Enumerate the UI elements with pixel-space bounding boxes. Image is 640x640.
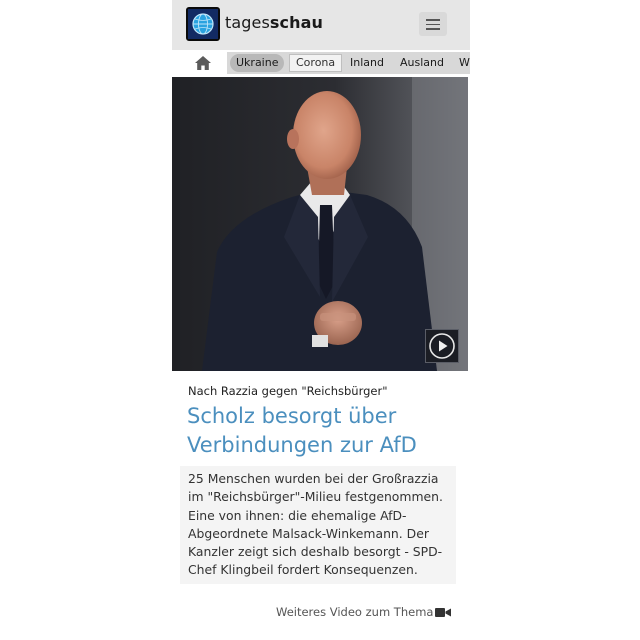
tab-inland[interactable]: Inland xyxy=(344,54,390,72)
article-teaser-text: 25 Menschen wurden bei der Großrazzia im… xyxy=(188,471,443,578)
article-hero-image[interactable] xyxy=(172,77,468,371)
play-icon[interactable] xyxy=(425,329,459,363)
hamburger-menu-icon[interactable] xyxy=(419,12,447,36)
home-icon[interactable] xyxy=(194,55,212,71)
more-video-link[interactable]: Weiteres Video zum Thema xyxy=(276,605,433,619)
tab-corona[interactable]: Corona xyxy=(289,54,343,72)
brand-part2: schau xyxy=(269,13,324,32)
article-headline[interactable]: Scholz besorgt über Verbindungen zur AfD xyxy=(187,402,457,460)
tab-more[interactable]: W xyxy=(453,54,470,72)
tab-ukraine[interactable]: Ukraine xyxy=(230,54,285,72)
article-kicker: Nach Razzia gegen "Reichsbürger" xyxy=(188,384,388,398)
tab-ausland[interactable]: Ausland xyxy=(394,54,450,72)
article-teaser[interactable]: 25 Menschen wurden bei der Großrazzia im… xyxy=(180,466,456,584)
phone-viewport: tagesschau Ukraine Corona Inland Ausland… xyxy=(172,0,470,640)
brand-part1: tages xyxy=(225,13,270,32)
tagesschau-globe-logo-icon[interactable] xyxy=(186,7,220,41)
brand-wordmark[interactable]: tagesschau xyxy=(225,13,323,32)
hero-photo xyxy=(172,77,468,371)
site-header: tagesschau xyxy=(172,0,470,50)
topic-nav: Ukraine Corona Inland Ausland W xyxy=(172,50,470,76)
topic-tabs: Ukraine Corona Inland Ausland W xyxy=(227,52,470,74)
video-camera-icon[interactable] xyxy=(435,607,451,618)
